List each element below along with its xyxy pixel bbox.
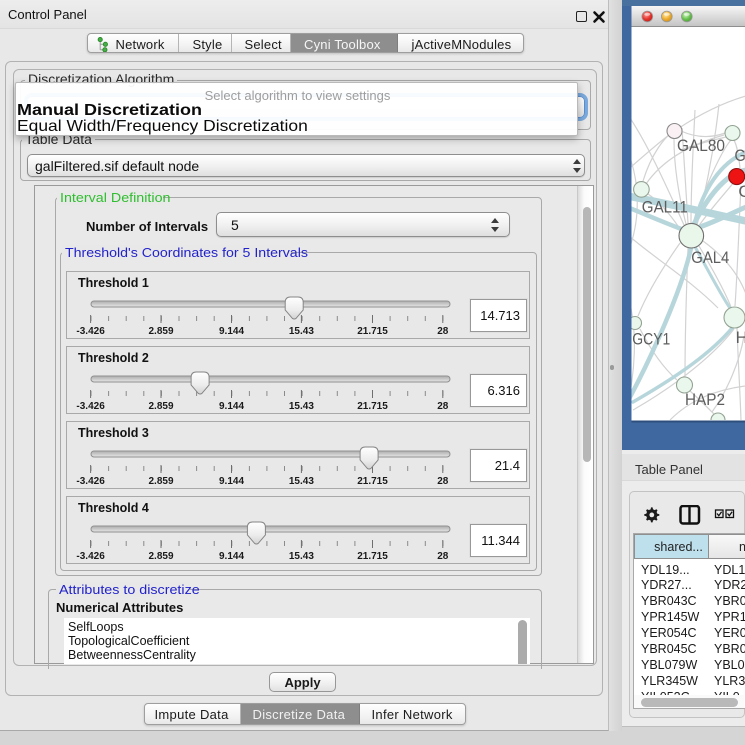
svg-text:15.43: 15.43 xyxy=(289,401,314,412)
svg-text:28: 28 xyxy=(437,401,449,412)
svg-text:C: C xyxy=(738,183,745,201)
svg-text:28: 28 xyxy=(437,326,449,337)
svg-text:-3.426: -3.426 xyxy=(76,401,105,412)
svg-text:-3.426: -3.426 xyxy=(76,551,105,562)
svg-text:2.859: 2.859 xyxy=(148,326,173,337)
svg-text:21.715: 21.715 xyxy=(357,401,388,412)
svg-text:28: 28 xyxy=(437,476,449,487)
svg-text:15.43: 15.43 xyxy=(289,551,314,562)
svg-text:H: H xyxy=(736,329,745,347)
svg-text:9.144: 9.144 xyxy=(219,551,244,562)
svg-text:2.859: 2.859 xyxy=(148,401,173,412)
svg-text:GAL4: GAL4 xyxy=(691,249,729,267)
svg-text:GAL80: GAL80 xyxy=(677,137,725,155)
svg-text:GCY1: GCY1 xyxy=(632,331,670,349)
svg-text:9.144: 9.144 xyxy=(219,476,244,487)
svg-text:GAL11: GAL11 xyxy=(642,199,688,217)
svg-text:21.715: 21.715 xyxy=(357,476,388,487)
svg-text:15.43: 15.43 xyxy=(289,476,314,487)
svg-text:-3.426: -3.426 xyxy=(76,476,105,487)
svg-text:-3.426: -3.426 xyxy=(76,326,105,337)
svg-text:15.43: 15.43 xyxy=(289,326,314,337)
svg-text:GA: GA xyxy=(735,147,745,165)
svg-text:9.144: 9.144 xyxy=(219,326,244,337)
svg-text:21.715: 21.715 xyxy=(357,326,388,337)
svg-text:9.144: 9.144 xyxy=(219,401,244,412)
svg-text:2.859: 2.859 xyxy=(148,476,173,487)
svg-text:21.715: 21.715 xyxy=(357,551,388,562)
svg-text:28: 28 xyxy=(437,551,449,562)
svg-text:2.859: 2.859 xyxy=(148,551,173,562)
svg-text:HAP2: HAP2 xyxy=(685,391,725,409)
